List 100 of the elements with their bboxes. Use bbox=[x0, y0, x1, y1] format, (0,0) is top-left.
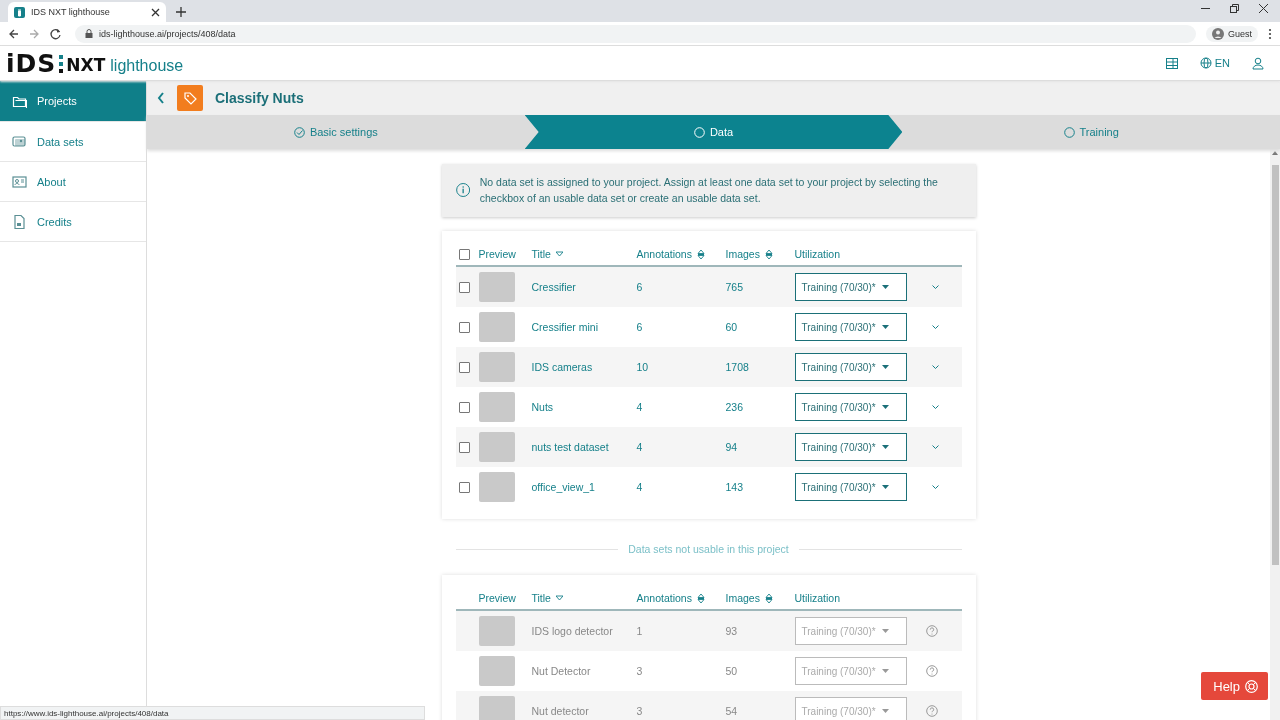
menu-dots-icon[interactable] bbox=[1268, 27, 1272, 40]
utilization-dropdown[interactable]: Training (70/30)* bbox=[794, 473, 907, 501]
utilization-dropdown[interactable]: Training (70/30)* bbox=[794, 353, 907, 381]
photo-placeholder bbox=[478, 432, 515, 462]
check-circle-icon bbox=[293, 126, 305, 138]
column-header[interactable]: Images bbox=[725, 592, 760, 604]
row-checkbox[interactable] bbox=[458, 441, 470, 453]
image-count: 236 bbox=[725, 401, 744, 413]
image-count: 1708 bbox=[725, 361, 749, 373]
image-count: 54 bbox=[725, 705, 738, 717]
annotation-count: 3 bbox=[636, 705, 643, 717]
row-checkbox[interactable] bbox=[458, 401, 470, 413]
photo-placeholder bbox=[478, 392, 515, 422]
dataset-title: IDS logo detector bbox=[531, 625, 613, 637]
id-card-icon bbox=[12, 174, 27, 189]
profile-button[interactable]: Guest bbox=[1206, 25, 1258, 42]
select-all-checkbox[interactable] bbox=[458, 248, 470, 260]
photo-placeholder bbox=[478, 352, 515, 382]
annotation-count: 1 bbox=[636, 625, 643, 637]
dataset-title: Nut Detector bbox=[531, 665, 591, 677]
dataset-title: Nut detector bbox=[531, 705, 589, 717]
column-header: Preview bbox=[478, 592, 516, 604]
circle-icon bbox=[693, 126, 705, 138]
close-icon[interactable] bbox=[1259, 3, 1268, 13]
image-count: 93 bbox=[725, 625, 738, 637]
caret-down-icon bbox=[881, 285, 889, 289]
photo-placeholder bbox=[478, 696, 515, 720]
caret-down-icon bbox=[881, 445, 889, 449]
new-tab-icon[interactable] bbox=[176, 7, 186, 17]
utilization-dropdown[interactable]: Training (70/30)* bbox=[794, 273, 907, 301]
annotation-count: 4 bbox=[636, 481, 643, 493]
row-checkbox[interactable] bbox=[458, 321, 470, 333]
annotation-count: 4 bbox=[636, 441, 643, 453]
help-button[interactable]: Help bbox=[1201, 672, 1268, 700]
globe-icon bbox=[1199, 57, 1212, 69]
close-icon[interactable] bbox=[151, 7, 160, 17]
dataset-title: IDS cameras bbox=[531, 361, 593, 373]
chevron-down-icon[interactable] bbox=[931, 284, 939, 290]
photo-placeholder bbox=[478, 656, 515, 686]
lighthouse-icon bbox=[14, 6, 25, 18]
utilization-dropdown[interactable]: Training (70/30)* bbox=[794, 393, 907, 421]
utilization-dropdown[interactable]: Training (70/30)* bbox=[794, 433, 907, 461]
caret-down-icon bbox=[881, 709, 889, 713]
photo-placeholder bbox=[478, 312, 515, 342]
scrollbar[interactable] bbox=[1270, 149, 1280, 720]
avatar-icon bbox=[1212, 27, 1224, 40]
caret-down-icon bbox=[881, 485, 889, 489]
list-icon[interactable] bbox=[1165, 57, 1178, 69]
row-checkbox[interactable] bbox=[458, 281, 470, 293]
caret-down-icon bbox=[881, 629, 889, 633]
tab-title: IDS NXT lighthouse bbox=[31, 7, 111, 17]
row-checkbox[interactable] bbox=[458, 361, 470, 373]
step-tab[interactable]: Training bbox=[902, 115, 1280, 149]
caret-down-icon bbox=[881, 405, 889, 409]
logo-text: iDS bbox=[6, 50, 57, 76]
image-count: 765 bbox=[725, 281, 744, 293]
utilization-dropdown[interactable]: Training (70/30)* bbox=[794, 313, 907, 341]
forward-arrow-icon[interactable] bbox=[29, 27, 40, 40]
reload-icon[interactable] bbox=[50, 27, 61, 40]
language-button[interactable]: EN bbox=[1199, 57, 1230, 69]
chevron-down-icon[interactable] bbox=[931, 444, 939, 450]
info-message: No data set is assigned to your project. Assign at least one data set to your project by selecting the checkbox of an usable data set or create an usable data set. bbox=[479, 175, 939, 206]
browser-tab[interactable]: IDS NXT lighthouse bbox=[8, 2, 166, 22]
chevron-down-icon[interactable] bbox=[931, 484, 939, 490]
annotation-count: 6 bbox=[636, 281, 643, 293]
back-chevron-icon[interactable] bbox=[157, 92, 165, 104]
photo-placeholder bbox=[478, 472, 515, 502]
tag-icon bbox=[177, 85, 203, 111]
step-tab[interactable]: Data bbox=[524, 115, 903, 149]
back-arrow-icon[interactable] bbox=[8, 27, 19, 40]
user-icon[interactable] bbox=[1252, 56, 1264, 70]
column-header[interactable]: Annotations bbox=[636, 592, 692, 604]
chevron-down-icon[interactable] bbox=[931, 324, 939, 330]
step-tab[interactable]: Basic settings bbox=[147, 115, 525, 149]
question-circle-icon[interactable] bbox=[925, 705, 938, 717]
scroll-up-icon bbox=[1272, 151, 1278, 155]
column-header[interactable]: Title bbox=[531, 592, 551, 604]
question-circle-icon[interactable] bbox=[925, 625, 938, 637]
photo-placeholder bbox=[478, 272, 515, 302]
restore-icon[interactable] bbox=[1230, 3, 1239, 13]
images-icon bbox=[12, 134, 27, 149]
image-count: 143 bbox=[725, 481, 744, 493]
row-checkbox[interactable] bbox=[458, 481, 470, 493]
column-header[interactable]: Annotations bbox=[636, 248, 692, 260]
chevron-down-icon[interactable] bbox=[931, 404, 939, 410]
annotation-count: 10 bbox=[636, 361, 649, 373]
annotation-count: 4 bbox=[636, 401, 643, 413]
logo-text: lighthouse bbox=[110, 56, 184, 75]
question-circle-icon[interactable] bbox=[925, 665, 938, 677]
lifebuoy-icon bbox=[1245, 679, 1258, 693]
column-header: Utilization bbox=[794, 248, 841, 260]
column-header[interactable]: Title bbox=[531, 248, 551, 260]
sidebar-item[interactable]: Projects bbox=[0, 81, 146, 122]
dataset-title: Cressifier bbox=[531, 281, 576, 293]
chevron-down-icon[interactable] bbox=[931, 364, 939, 370]
address-bar[interactable]: ids-lighthouse.ai/projects/408/data bbox=[75, 24, 1196, 43]
column-header[interactable]: Images bbox=[725, 248, 760, 260]
column-header: Preview bbox=[478, 248, 516, 260]
annotation-count: 3 bbox=[636, 665, 643, 677]
image-count: 60 bbox=[725, 321, 738, 333]
